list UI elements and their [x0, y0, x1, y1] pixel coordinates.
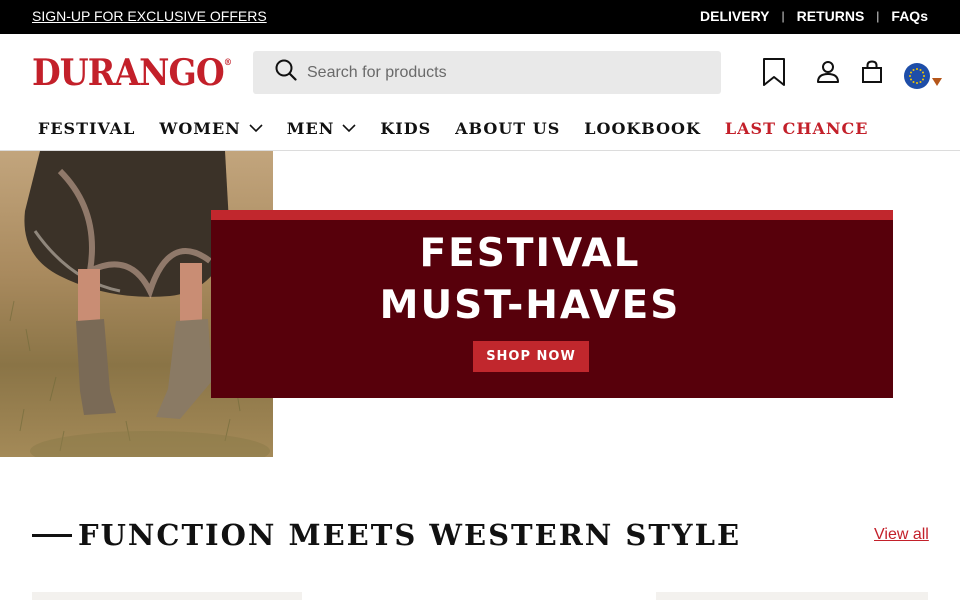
bag-icon[interactable]	[861, 60, 883, 89]
chevron-down-icon	[249, 124, 263, 133]
search-input[interactable]	[307, 63, 687, 82]
nav-label: MEN	[286, 119, 335, 138]
banner-title-line2: MUST-HAVES	[379, 283, 681, 328]
nav-item-lookbook[interactable]: LOOKBOOK	[584, 119, 701, 138]
caret-down-icon[interactable]	[932, 78, 942, 86]
delivery-link[interactable]: DELIVERY	[700, 8, 770, 24]
search-icon[interactable]	[275, 59, 297, 86]
nav-label: WOMEN	[159, 119, 241, 138]
nav-item-women[interactable]: WOMEN	[159, 119, 263, 138]
banner-stripe	[211, 210, 893, 220]
signup-offers-link[interactable]: SIGN-UP FOR EXCLUSIVE OFFERS	[32, 8, 267, 24]
durango-logo[interactable]: DURANGO®	[32, 52, 232, 94]
registered-mark: ®	[223, 58, 232, 68]
section-rule	[32, 534, 72, 537]
view-all-link[interactable]: View all	[874, 526, 929, 544]
nav-item-about-us[interactable]: ABOUT US	[455, 119, 560, 138]
returns-link[interactable]: RETURNS	[797, 8, 865, 24]
nav-item-festival[interactable]: FESTIVAL	[38, 119, 135, 138]
bookmark-icon[interactable]	[762, 57, 786, 92]
nav-item-kids[interactable]: KIDS	[380, 119, 431, 138]
separator: |	[876, 9, 880, 23]
logo-text: DURANGO	[32, 52, 225, 94]
festival-banner[interactable]: FESTIVAL MUST-HAVES SHOP NOW	[211, 210, 893, 398]
search-bar[interactable]	[253, 51, 721, 94]
product-card[interactable]	[32, 592, 302, 600]
account-icon[interactable]	[816, 60, 840, 89]
banner-title-line1: FESTIVAL	[419, 231, 641, 276]
announcement-bar: SIGN-UP FOR EXCLUSIVE OFFERS DELIVERY | …	[0, 0, 960, 34]
product-card[interactable]	[656, 592, 928, 600]
nav-label: LOOKBOOK	[584, 119, 701, 138]
nav-label: KIDS	[380, 119, 432, 138]
section-title: FUNCTION MEETS WESTERN STYLE	[78, 518, 742, 552]
main-nav: FESTIVAL WOMEN MEN KIDS ABOUT US LOOKBOO…	[38, 119, 868, 138]
shop-now-button[interactable]: SHOP NOW	[473, 341, 589, 372]
separator: |	[781, 9, 785, 23]
chevron-down-icon	[342, 124, 356, 133]
nav-label: FESTIVAL	[38, 119, 136, 138]
utility-links: DELIVERY | RETURNS | FAQs	[700, 8, 928, 24]
nav-item-last-chance[interactable]: LAST CHANCE	[725, 119, 869, 138]
nav-label: ABOUT US	[455, 119, 561, 138]
nav-item-men[interactable]: MEN	[287, 119, 357, 138]
eu-flag-icon[interactable]	[904, 63, 930, 89]
faqs-link[interactable]: FAQs	[891, 8, 928, 24]
nav-label: LAST CHANCE	[724, 119, 869, 138]
